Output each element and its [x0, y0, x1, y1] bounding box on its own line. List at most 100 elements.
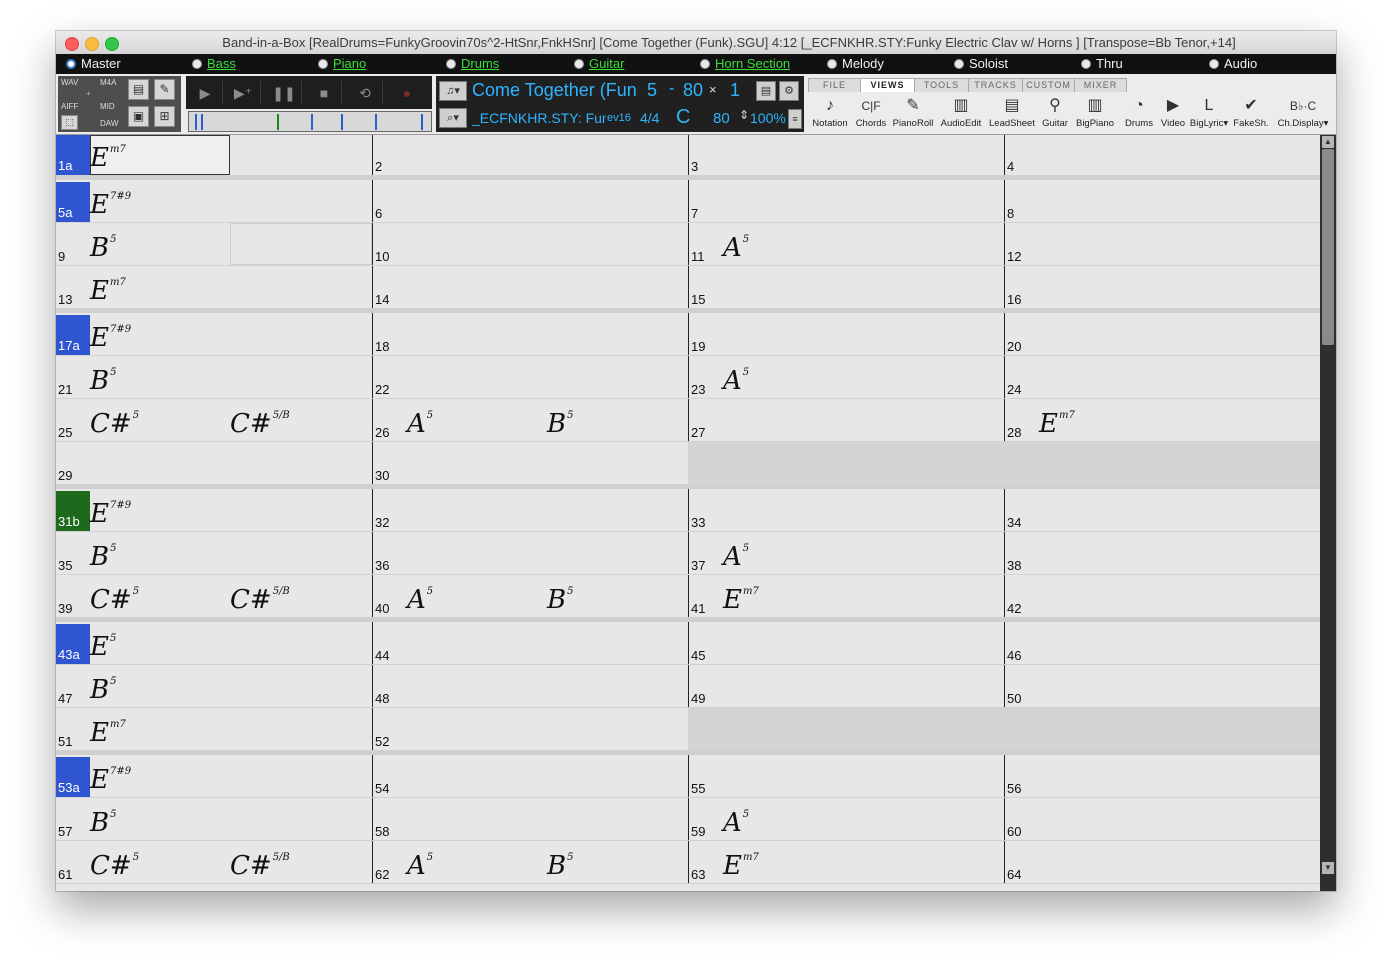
maximize-window-button[interactable] — [105, 37, 119, 51]
open-file-button[interactable]: ▤ — [128, 79, 149, 100]
bar-20[interactable]: 20 — [1004, 313, 1320, 355]
tab-mixer[interactable]: MIXER — [1074, 78, 1127, 92]
bar-26[interactable]: 26 A5 B5 — [372, 399, 689, 441]
chord-sheet[interactable]: 1a Em7 2 3 4 5a E7#9 6 7 8 9 B5 10 11 A5 12 13 Em7 14 15 16 1… — [56, 135, 1320, 891]
chord-symbol[interactable]: Em7 — [90, 270, 126, 304]
bar-44[interactable]: 44 — [372, 622, 689, 664]
chord-symbol[interactable]: A5 — [723, 536, 749, 570]
pause-button[interactable]: ❚❚ — [267, 81, 302, 105]
tab-tracks[interactable]: TRACKS — [968, 78, 1023, 92]
view-fakesh-button[interactable]: ✔ FakeSh. — [1232, 94, 1270, 132]
bar-37[interactable]: 37 A5 — [688, 532, 1005, 574]
bar-18[interactable]: 18 — [372, 313, 689, 355]
chord-symbol[interactable]: E7#9 — [90, 759, 131, 793]
view-chords-button[interactable]: C|F Chords — [852, 94, 890, 132]
view-video-button[interactable]: ▶ Video — [1160, 94, 1186, 132]
mid-button[interactable]: MID — [100, 102, 115, 111]
m4a-button[interactable]: M4A — [100, 78, 116, 87]
track-radio-icon[interactable] — [700, 59, 710, 69]
bar-11[interactable]: 11 A5 — [688, 223, 1005, 265]
view-leadsheet-button[interactable]: ▤ LeadSheet — [986, 94, 1038, 132]
view-pianoroll-button[interactable]: ✎ PianoRoll — [890, 94, 936, 132]
track-radio-icon[interactable] — [827, 59, 837, 69]
stop-button[interactable]: ■ — [307, 81, 342, 105]
bar-53[interactable]: 53a E7#9 — [56, 755, 372, 797]
view-notation-button[interactable]: ♪ Notation — [808, 94, 852, 132]
bar-1[interactable]: 1a Em7 — [56, 135, 372, 175]
bar-29[interactable]: 29 — [56, 442, 372, 484]
bar-28[interactable]: 28 Em7 — [1004, 399, 1320, 441]
bar-8[interactable]: 8 — [1004, 180, 1320, 222]
bar-59[interactable]: 59 A5 — [688, 798, 1005, 840]
bar-3[interactable]: 3 — [688, 135, 1005, 175]
chord-symbol[interactable]: B5 — [90, 802, 116, 836]
vertical-scrollbar[interactable]: ▲ ▼ — [1320, 135, 1336, 891]
chord-symbol[interactable]: B5 — [547, 845, 573, 879]
bar-5[interactable]: 5a E7#9 — [56, 180, 372, 222]
style-menu-button[interactable]: ⌕▾ — [439, 108, 467, 128]
time-signature[interactable]: 4/4 — [640, 110, 659, 126]
chord-symbol[interactable]: B5 — [90, 360, 116, 394]
bar-52[interactable]: 52 — [372, 708, 689, 750]
bar-19[interactable]: 19 — [688, 313, 1005, 355]
tab-custom[interactable]: CUSTOM — [1022, 78, 1075, 92]
view-biglyric-button[interactable]: L BigLyric▾ — [1186, 94, 1232, 132]
track-guitar[interactable]: Guitar — [574, 54, 624, 74]
record-button[interactable]: ● — [390, 81, 424, 105]
chord-symbol[interactable]: C#5/B — [230, 845, 290, 879]
track-audio[interactable]: Audio — [1209, 54, 1257, 74]
bar-61[interactable]: 61 C#5 C#5/B — [56, 841, 372, 883]
bar-57[interactable]: 57 B5 — [56, 798, 372, 840]
chord-symbol[interactable]: A5 — [723, 802, 749, 836]
rehearsal-mark[interactable]: 53a — [56, 757, 90, 797]
chord-symbol[interactable]: C#5/B — [230, 579, 290, 613]
chord-symbol[interactable]: Em7 — [723, 845, 759, 879]
bar-15[interactable]: 15 — [688, 266, 1005, 308]
song-menu-button[interactable]: ♫▾ — [439, 81, 467, 101]
bar-16[interactable]: 16 — [1004, 266, 1320, 308]
chord-symbol[interactable]: A5 — [723, 360, 749, 394]
bar-32[interactable]: 32 — [372, 489, 689, 531]
track-radio-icon[interactable] — [446, 59, 456, 69]
chord-symbol[interactable]: B5 — [90, 536, 116, 570]
chord-symbol[interactable]: Em7 — [90, 137, 126, 171]
loop-button[interactable]: ⟲ — [348, 81, 383, 105]
chord-symbol[interactable]: C#5 — [90, 845, 139, 879]
scrollbar-thumb[interactable] — [1322, 149, 1334, 345]
chord-symbol[interactable]: C#5 — [90, 403, 139, 437]
chord-symbol[interactable]: A5 — [723, 227, 749, 261]
bar-63[interactable]: 63 Em7 — [688, 841, 1005, 883]
bar-24[interactable]: 24 — [1004, 356, 1320, 398]
view-audioedit-button[interactable]: ▥ AudioEdit — [936, 94, 986, 132]
track-radio-icon[interactable] — [1081, 59, 1091, 69]
bar-40[interactable]: 40 A5 B5 — [372, 575, 689, 617]
bar-43[interactable]: 43a E5 — [56, 622, 372, 664]
chord-symbol[interactable]: Em7 — [1039, 403, 1075, 437]
view-guitar-button[interactable]: ⚲ Guitar — [1038, 94, 1072, 132]
rehearsal-mark[interactable]: 1a — [56, 135, 90, 175]
bar-51[interactable]: 51 Em7 — [56, 708, 372, 750]
loop-count[interactable]: 1 — [730, 80, 740, 101]
daw-button[interactable]: DAW — [100, 119, 118, 128]
aiff-button[interactable]: AIFF — [61, 102, 78, 111]
chord-symbol[interactable]: C#5/B — [230, 403, 290, 437]
chord-symbol[interactable]: A5 — [407, 403, 433, 437]
bar-25[interactable]: 25 C#5 C#5/B — [56, 399, 372, 441]
bar-35[interactable]: 35 B5 — [56, 532, 372, 574]
bar-60[interactable]: 60 — [1004, 798, 1320, 840]
play-from-button[interactable]: ▶⁺ — [226, 81, 261, 105]
song-title[interactable]: Come Together (Funk — [472, 80, 638, 101]
tab-file[interactable]: FILE — [808, 78, 861, 92]
bar-6[interactable]: 6 — [372, 180, 689, 222]
bar-10[interactable]: 10 — [372, 223, 689, 265]
view-drums-button[interactable]: ◔ Drums — [1118, 94, 1160, 132]
edit-tools-button[interactable]: ✎ — [154, 79, 175, 100]
view-bigpiano-button[interactable]: ▥ BigPiano — [1072, 94, 1118, 132]
bar-45[interactable]: 45 — [688, 622, 1005, 664]
track-horn-section[interactable]: Horn Section — [700, 54, 790, 74]
bar-2[interactable]: 2 — [372, 135, 689, 175]
bar-17[interactable]: 17a E7#9 — [56, 313, 372, 355]
track-radio-icon[interactable] — [192, 59, 202, 69]
tab-tools[interactable]: TOOLS — [914, 78, 969, 92]
chord-symbol[interactable]: A5 — [407, 579, 433, 613]
